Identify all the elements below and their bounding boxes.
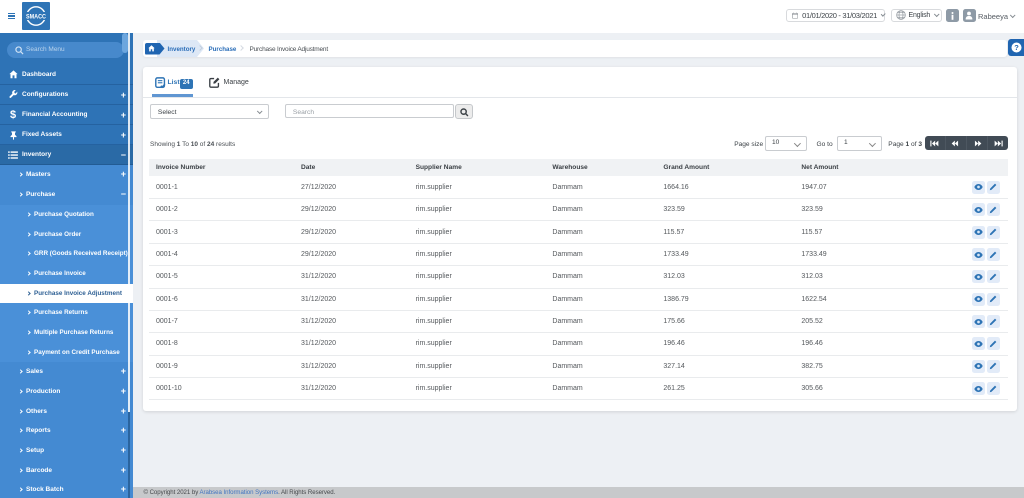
svg-text:SMACC: SMACC xyxy=(26,14,46,21)
svg-text:?: ? xyxy=(1014,43,1019,52)
